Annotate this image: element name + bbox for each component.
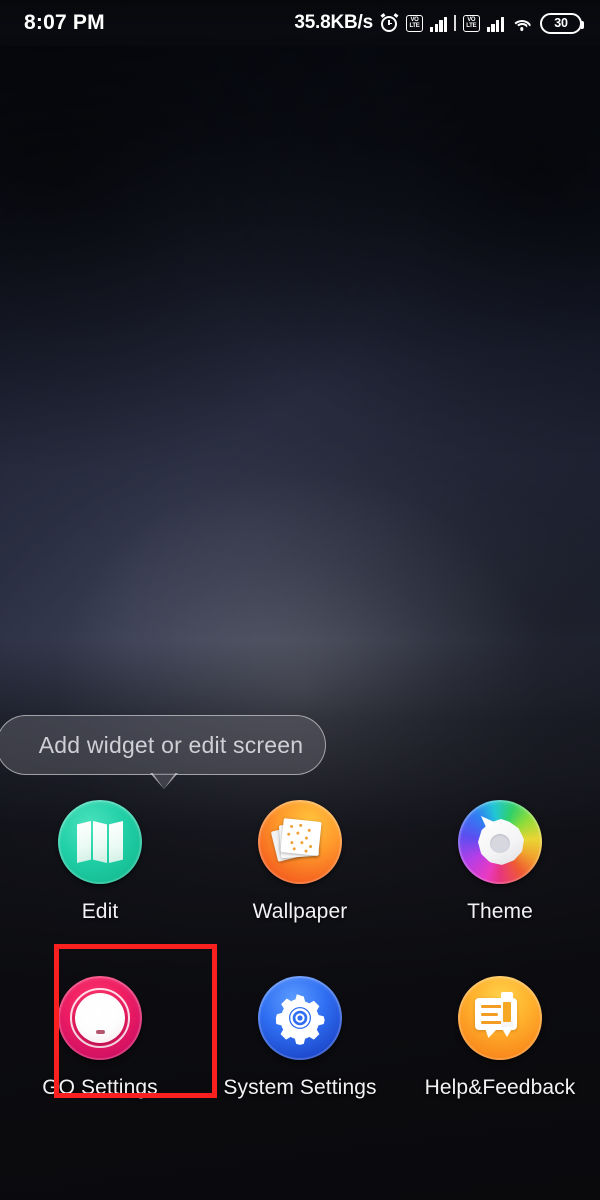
menu-item-help-feedback[interactable]: Help&Feedback bbox=[400, 976, 600, 1100]
menu-label-theme: Theme bbox=[467, 900, 533, 923]
map-pages-icon[interactable] bbox=[58, 800, 142, 884]
menu-item-go-settings[interactable]: GO Settings bbox=[0, 976, 200, 1100]
battery-percent-label: 30 bbox=[554, 16, 568, 30]
network-speed-text: 35.8KB/s bbox=[294, 12, 373, 33]
volte-sim1-bottom: LTE bbox=[409, 23, 420, 29]
menu-label-go-settings: GO Settings bbox=[42, 1076, 158, 1099]
menu-item-system-settings[interactable]: System Settings bbox=[200, 976, 400, 1100]
volte-sim2-icon: VO LTE bbox=[462, 14, 480, 32]
status-bar: 8:07 PM 35.8KB/s VO LTE VO LTE 30 bbox=[0, 0, 600, 46]
color-wheel-icon[interactable] bbox=[458, 800, 542, 884]
signal-bars-sim1-icon bbox=[430, 15, 448, 32]
menu-item-edit[interactable]: Edit bbox=[0, 800, 200, 924]
battery-indicator: 30 bbox=[540, 12, 584, 34]
status-bar-clock: 8:07 PM bbox=[24, 11, 105, 34]
menu-item-theme[interactable]: Theme bbox=[400, 800, 600, 924]
add-widget-tooltip-label: Add widget or edit screen bbox=[38, 731, 304, 758]
speech-pencil-icon[interactable] bbox=[458, 976, 542, 1060]
menu-label-help-feedback: Help&Feedback bbox=[424, 1076, 576, 1099]
gear-icon[interactable] bbox=[258, 976, 342, 1060]
menu-label-edit: Edit bbox=[81, 900, 119, 923]
wifi-icon bbox=[511, 15, 533, 32]
status-bar-indicators: 35.8KB/s VO LTE VO LTE 30 bbox=[294, 12, 584, 34]
add-widget-tooltip[interactable]: Add widget or edit screen bbox=[0, 715, 326, 775]
sim-divider bbox=[454, 15, 456, 31]
dial-knob-icon[interactable] bbox=[58, 976, 142, 1060]
alarm-clock-icon bbox=[380, 12, 399, 33]
signal-bars-sim2-icon bbox=[486, 15, 504, 32]
menu-label-system-settings: System Settings bbox=[223, 1076, 377, 1099]
home-options-menu: Edit Wallpaper Theme GO Settings System … bbox=[0, 800, 600, 1100]
photo-stack-icon[interactable] bbox=[258, 800, 342, 884]
menu-item-wallpaper[interactable]: Wallpaper bbox=[200, 800, 400, 924]
volte-sim2-bottom: LTE bbox=[466, 23, 477, 29]
menu-label-wallpaper: Wallpaper bbox=[252, 900, 348, 923]
volte-sim1-icon: VO LTE bbox=[406, 14, 423, 32]
